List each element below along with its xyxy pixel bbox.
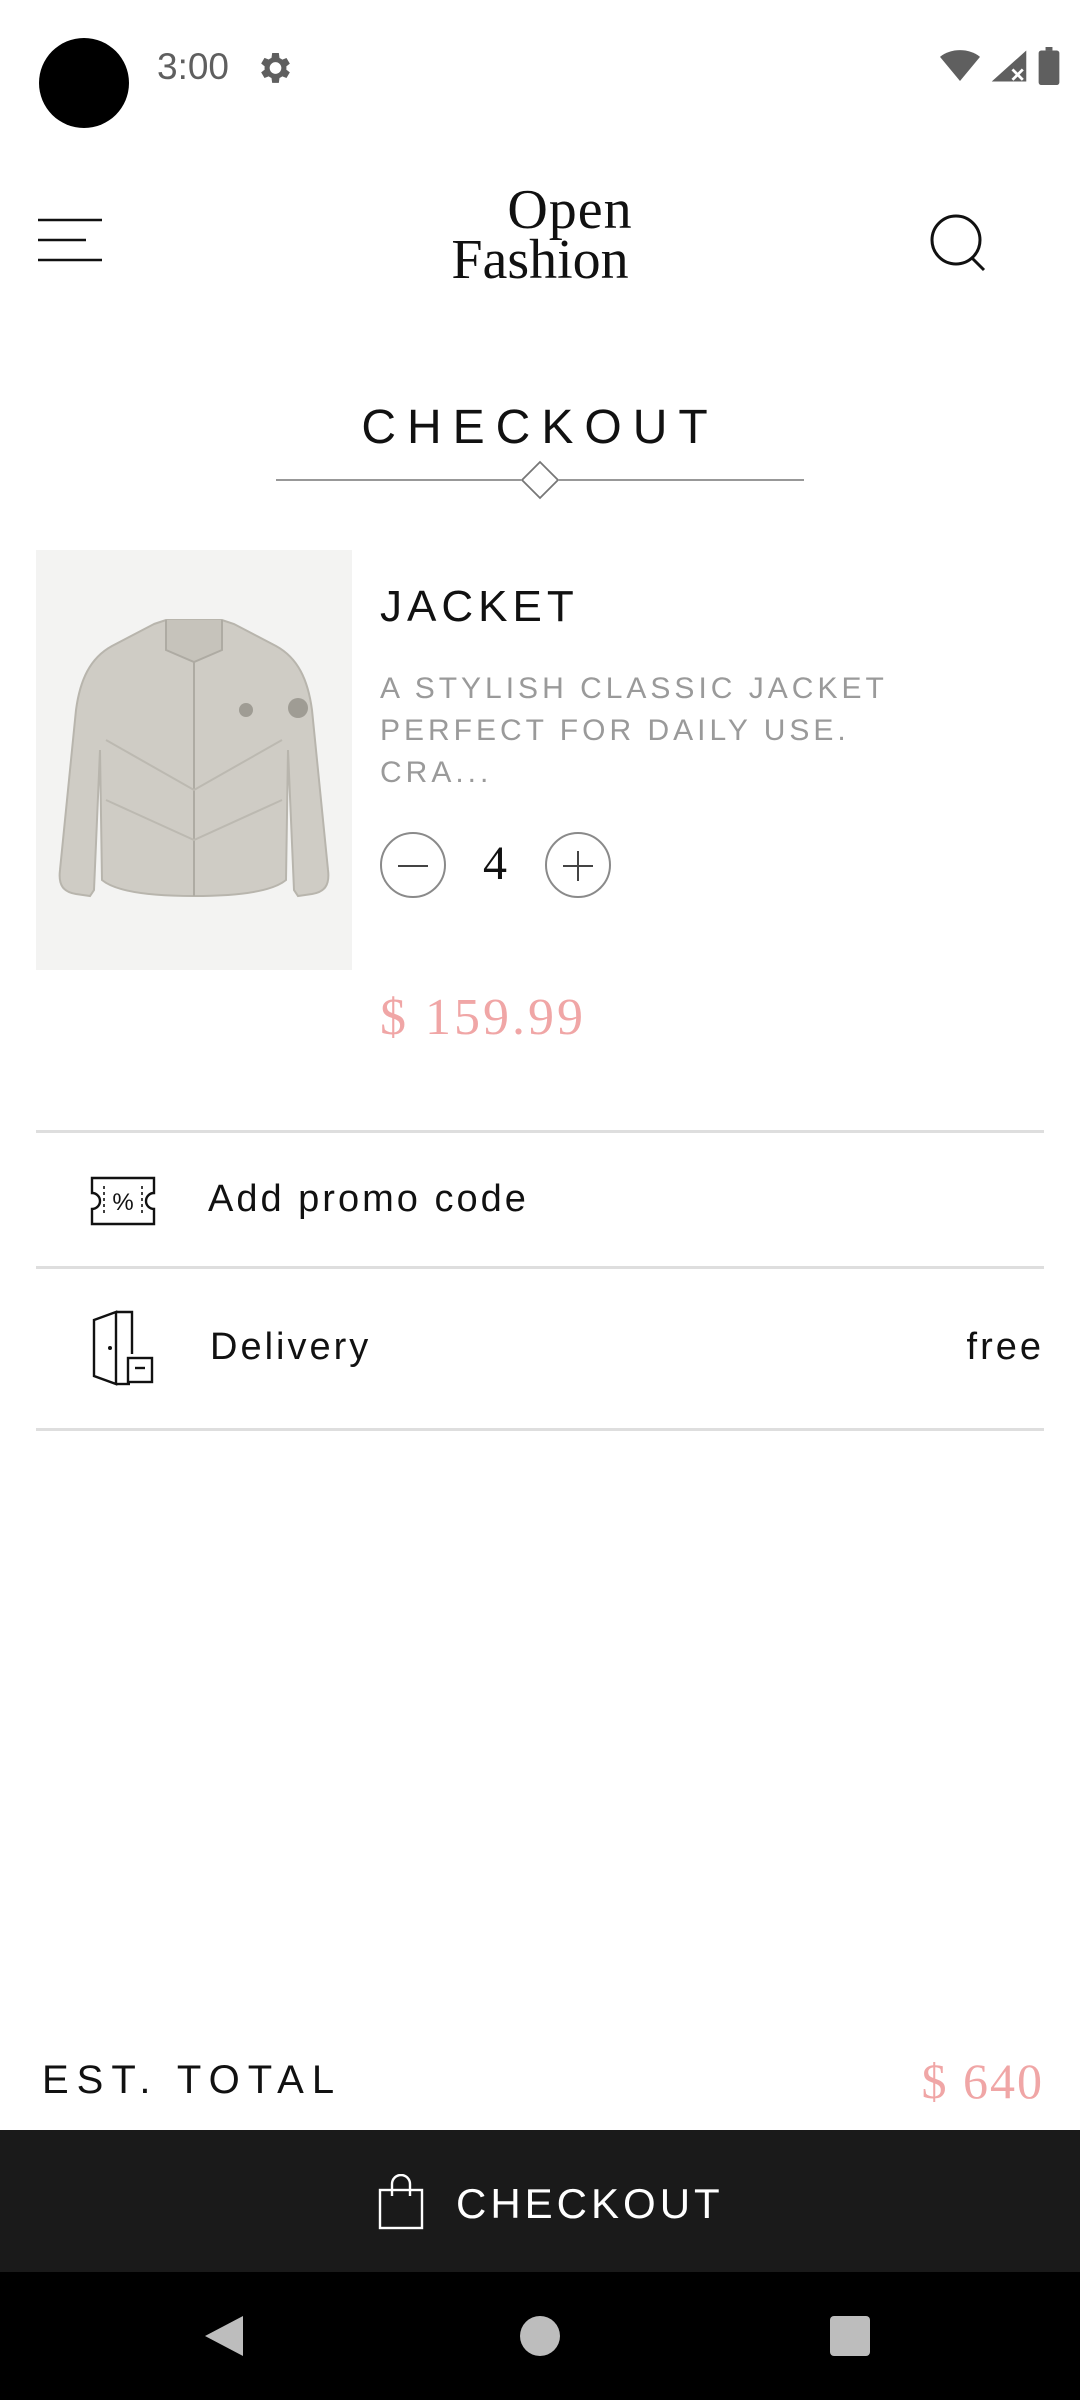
divider bbox=[36, 1428, 1044, 1431]
gear-icon bbox=[254, 48, 294, 88]
svg-text:%: % bbox=[112, 1189, 133, 1216]
menu-button[interactable] bbox=[36, 216, 104, 266]
quantity-decrease-button[interactable] bbox=[380, 832, 446, 898]
estimated-total-label: EST. TOTAL bbox=[42, 2058, 343, 2102]
search-button[interactable] bbox=[928, 210, 992, 274]
status-icons bbox=[940, 46, 1060, 90]
home-icon[interactable] bbox=[520, 2316, 560, 2356]
battery-icon bbox=[1038, 46, 1060, 90]
product-image[interactable] bbox=[36, 550, 352, 970]
page-title: CHECKOUT bbox=[361, 401, 719, 454]
quantity-increase-button[interactable] bbox=[545, 832, 611, 898]
menu-icon bbox=[38, 218, 102, 262]
estimated-total-value: $ 640 bbox=[921, 2053, 1044, 2109]
delivery-row[interactable]: Delivery free bbox=[36, 1268, 1044, 1428]
recent-apps-icon[interactable] bbox=[830, 2316, 870, 2356]
checkout-label: CHECKOUT bbox=[456, 2180, 724, 2227]
promo-ticket-icon: % bbox=[90, 1176, 156, 1226]
product-price: $ 159.99 bbox=[380, 989, 586, 1046]
product-description: A STYLISH CLASSIC JACKET PERFECT FOR DAI… bbox=[380, 672, 888, 789]
delivery-door-icon bbox=[92, 1310, 154, 1386]
quantity-value: 4 bbox=[483, 837, 507, 890]
promo-label: Add promo code bbox=[208, 1178, 529, 1220]
add-promo-code-row[interactable]: % Add promo code bbox=[36, 1134, 1044, 1268]
signal-icon bbox=[990, 48, 1028, 89]
status-time: 3:00 bbox=[157, 46, 230, 87]
jacket-image bbox=[58, 619, 330, 898]
camera-dot bbox=[39, 38, 129, 128]
wifi-icon bbox=[940, 48, 980, 89]
status-bar: 3:00 bbox=[0, 0, 1080, 138]
divider bbox=[36, 1130, 1044, 1133]
title-divider bbox=[276, 460, 804, 500]
search-icon bbox=[930, 214, 986, 272]
delivery-value: free bbox=[966, 1326, 1044, 1368]
logo-line-2: Fashion bbox=[451, 229, 629, 291]
app-header: Open Fashion bbox=[0, 180, 1080, 300]
checkout-button[interactable]: CHECKOUT bbox=[0, 2130, 1080, 2272]
shopping-bag-icon bbox=[378, 2174, 424, 2230]
logo-line-1: Open bbox=[507, 179, 633, 241]
delivery-label: Delivery bbox=[210, 1326, 372, 1368]
product-name: JACKET bbox=[380, 582, 579, 631]
back-icon[interactable] bbox=[203, 2314, 245, 2358]
app-logo[interactable]: Open Fashion bbox=[400, 179, 680, 296]
system-nav-bar bbox=[0, 2272, 1080, 2400]
